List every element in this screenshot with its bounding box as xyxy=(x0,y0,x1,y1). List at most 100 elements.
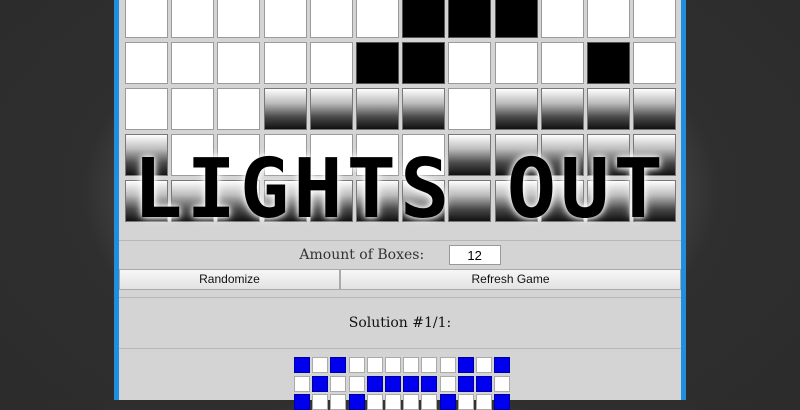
light-cell[interactable] xyxy=(263,180,307,222)
light-cell[interactable] xyxy=(540,134,584,176)
solution-cell xyxy=(385,394,401,410)
light-cell[interactable] xyxy=(263,42,307,84)
solution-cell xyxy=(439,375,456,392)
solution-cell xyxy=(439,394,456,410)
solution-cell xyxy=(385,357,401,373)
solution-label: Solution #1/1: xyxy=(119,297,681,349)
solution-cell xyxy=(366,394,383,410)
solution-cell xyxy=(294,394,310,410)
light-cell[interactable] xyxy=(402,0,446,38)
light-cell[interactable] xyxy=(171,134,215,176)
light-cell[interactable] xyxy=(171,180,215,222)
randomize-button[interactable]: Randomize xyxy=(119,269,340,290)
light-cell[interactable] xyxy=(125,134,168,176)
light-cell[interactable] xyxy=(633,134,677,176)
light-cell[interactable] xyxy=(171,88,215,130)
solution-cell xyxy=(494,357,511,373)
solution-cell xyxy=(494,394,511,410)
light-cell[interactable] xyxy=(633,88,677,130)
amount-input[interactable] xyxy=(448,245,501,265)
solution-cell xyxy=(421,357,438,373)
solution-cell xyxy=(348,357,365,373)
light-cell[interactable] xyxy=(356,88,399,130)
solution-cell xyxy=(294,375,310,392)
light-cell[interactable] xyxy=(171,42,215,84)
light-cell[interactable] xyxy=(217,42,261,84)
light-cell[interactable] xyxy=(540,180,584,222)
solution-cell xyxy=(403,357,420,373)
light-cell[interactable] xyxy=(217,180,261,222)
light-cell[interactable] xyxy=(356,42,399,84)
light-cell[interactable] xyxy=(587,42,630,84)
solution-cell xyxy=(330,357,347,373)
solution-cell xyxy=(439,357,456,373)
light-cell[interactable] xyxy=(494,134,538,176)
light-cell[interactable] xyxy=(125,42,168,84)
light-cell[interactable] xyxy=(448,134,492,176)
light-cell[interactable] xyxy=(633,0,677,38)
light-cell[interactable] xyxy=(494,88,538,130)
light-cell[interactable] xyxy=(633,180,677,222)
solution-cell xyxy=(421,375,438,392)
light-cell[interactable] xyxy=(309,42,353,84)
button-row: Randomize Refresh Game xyxy=(119,269,681,290)
solution-cell xyxy=(348,394,365,410)
amount-label: Amount of Boxes: xyxy=(299,247,425,263)
solution-cell xyxy=(421,394,438,410)
solution-cell xyxy=(312,394,329,410)
light-cell[interactable] xyxy=(448,42,492,84)
light-cell[interactable] xyxy=(309,134,353,176)
light-cell[interactable] xyxy=(125,180,168,222)
light-cell[interactable] xyxy=(263,0,307,38)
game-panel: Amount of Boxes: Randomize Refresh Game … xyxy=(114,0,686,410)
controls: Amount of Boxes: Randomize Refresh Game xyxy=(119,240,681,290)
light-cell[interactable] xyxy=(402,88,446,130)
light-cell[interactable] xyxy=(540,0,584,38)
solution-cell xyxy=(312,357,329,373)
solution-cell xyxy=(294,357,310,373)
light-cell[interactable] xyxy=(217,134,261,176)
light-cell[interactable] xyxy=(125,88,168,130)
light-cell[interactable] xyxy=(402,134,446,176)
light-cell[interactable] xyxy=(448,0,492,38)
solution-cell xyxy=(348,375,365,392)
solution-cell xyxy=(366,375,383,392)
solution-cell xyxy=(494,375,511,392)
light-cell[interactable] xyxy=(309,0,353,38)
light-cell[interactable] xyxy=(217,0,261,38)
light-cell[interactable] xyxy=(633,42,677,84)
solution-cell xyxy=(457,394,474,410)
solution-cell xyxy=(476,357,492,373)
light-cell[interactable] xyxy=(125,0,168,38)
light-cell[interactable] xyxy=(448,88,492,130)
light-cell[interactable] xyxy=(217,88,261,130)
solution-cell xyxy=(403,375,420,392)
solution-cell xyxy=(312,375,329,392)
light-cell[interactable] xyxy=(587,0,630,38)
light-cell[interactable] xyxy=(171,0,215,38)
light-cell[interactable] xyxy=(587,134,630,176)
light-cell[interactable] xyxy=(356,0,399,38)
light-cell[interactable] xyxy=(540,88,584,130)
light-cell[interactable] xyxy=(402,42,446,84)
light-cell[interactable] xyxy=(402,180,446,222)
light-cell[interactable] xyxy=(587,180,630,222)
solution-cell xyxy=(403,394,420,410)
amount-row: Amount of Boxes: xyxy=(119,240,681,269)
light-cell[interactable] xyxy=(448,180,492,222)
light-cell[interactable] xyxy=(356,134,399,176)
light-cell[interactable] xyxy=(494,42,538,84)
light-cell[interactable] xyxy=(309,88,353,130)
light-cell[interactable] xyxy=(356,180,399,222)
solution-cell xyxy=(330,394,347,410)
solution-cell xyxy=(366,357,383,373)
light-cell[interactable] xyxy=(494,180,538,222)
light-cell[interactable] xyxy=(263,134,307,176)
light-cell[interactable] xyxy=(263,88,307,130)
light-cell[interactable] xyxy=(587,88,630,130)
solution-cell xyxy=(476,394,492,410)
light-cell[interactable] xyxy=(494,0,538,38)
light-cell[interactable] xyxy=(309,180,353,222)
refresh-game-button[interactable]: Refresh Game xyxy=(340,269,681,290)
light-cell[interactable] xyxy=(540,42,584,84)
